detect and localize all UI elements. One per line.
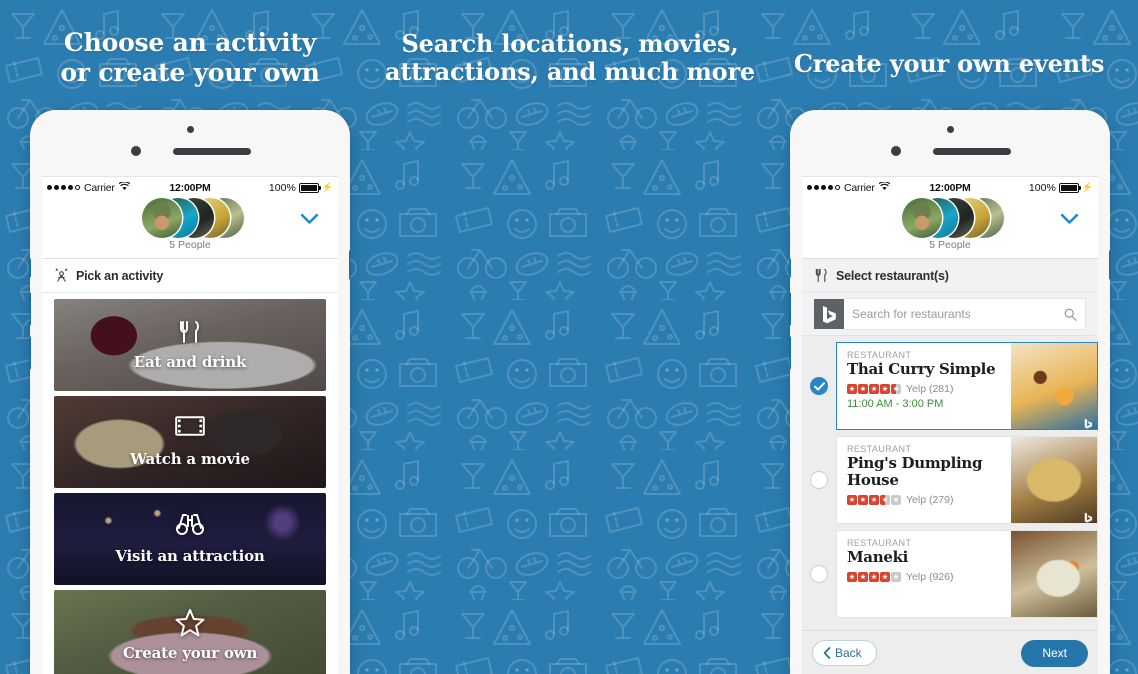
headline-line-1: Search locations, movies, (401, 29, 739, 58)
activity-card-watch-a-movie[interactable]: Watch a movie (54, 396, 326, 488)
group-people-header: 5 People (42, 196, 338, 259)
power-button[interactable] (349, 250, 350, 280)
battery-percent-label: 100% (268, 181, 296, 194)
silent-switch[interactable] (30, 258, 31, 278)
star-outline-icon (175, 608, 205, 638)
panel-create-events: Create your own events Carrier 12:00PM (760, 0, 1138, 674)
card-label: Visit an attraction (115, 547, 265, 565)
wifi-icon (118, 180, 131, 194)
activity-card-eat-and-drink[interactable]: Eat and drink (54, 299, 326, 391)
headline-line-2: or create your own (60, 57, 320, 87)
people-activity-icon (54, 268, 69, 283)
panel-search-locations: Search locations, movies, attractions, a… (380, 0, 1110, 674)
proximity-sensor-icon (187, 126, 194, 133)
signal-dots-icon (47, 185, 80, 190)
lightning-bolt-icon: ⚡ (321, 182, 333, 192)
people-count-label: 5 People (169, 239, 211, 251)
headline-line-1: Choose an activity (63, 28, 317, 57)
card-label: Create your own (122, 644, 258, 662)
panel-choose-activity: Choose an activity or create your own Ca… (0, 0, 380, 674)
battery-icon (298, 182, 321, 193)
phone-top-bezel (30, 110, 350, 176)
avatar-stack[interactable] (142, 198, 244, 238)
fork-knife-icon (175, 317, 205, 347)
activity-card-create-your-own[interactable]: Create your own (54, 590, 326, 674)
headline-line-1: Create your own events (793, 49, 1105, 78)
chevron-down-icon[interactable] (301, 214, 318, 224)
carrier-label: Carrier (84, 181, 115, 194)
phone-1-screen: Carrier 12:00PM 100% ⚡ 5 People Pick an … (42, 176, 338, 674)
earpiece-speaker (173, 148, 251, 155)
section-header-pick-activity: Pick an activity (42, 259, 338, 293)
status-time: 12:00PM (169, 181, 211, 194)
phone-mockup-1: Carrier 12:00PM 100% ⚡ 5 People Pick an … (30, 110, 350, 674)
panel-3-headline: Create your own events (760, 49, 1138, 78)
activity-card-list: Eat and drink Watch a movie Visit an att… (42, 293, 338, 674)
status-bar: Carrier 12:00PM 100% ⚡ (42, 177, 338, 196)
panel-2-headline: Search locations, movies, attractions, a… (380, 29, 760, 87)
panel-1-headline: Choose an activity or create your own (0, 28, 380, 87)
card-label: Watch a movie (130, 450, 250, 468)
activity-card-visit-an-attraction[interactable]: Visit an attraction (54, 493, 326, 585)
volume-up-button[interactable] (30, 292, 31, 326)
section-title: Pick an activity (76, 268, 164, 283)
headline-line-2: attractions, and much more (385, 57, 755, 87)
card-label: Eat and drink (133, 353, 247, 371)
binoculars-icon (175, 511, 205, 541)
volume-down-button[interactable] (30, 336, 31, 370)
film-strip-icon (175, 414, 205, 444)
front-camera-icon (131, 146, 141, 156)
avatar (142, 198, 182, 238)
